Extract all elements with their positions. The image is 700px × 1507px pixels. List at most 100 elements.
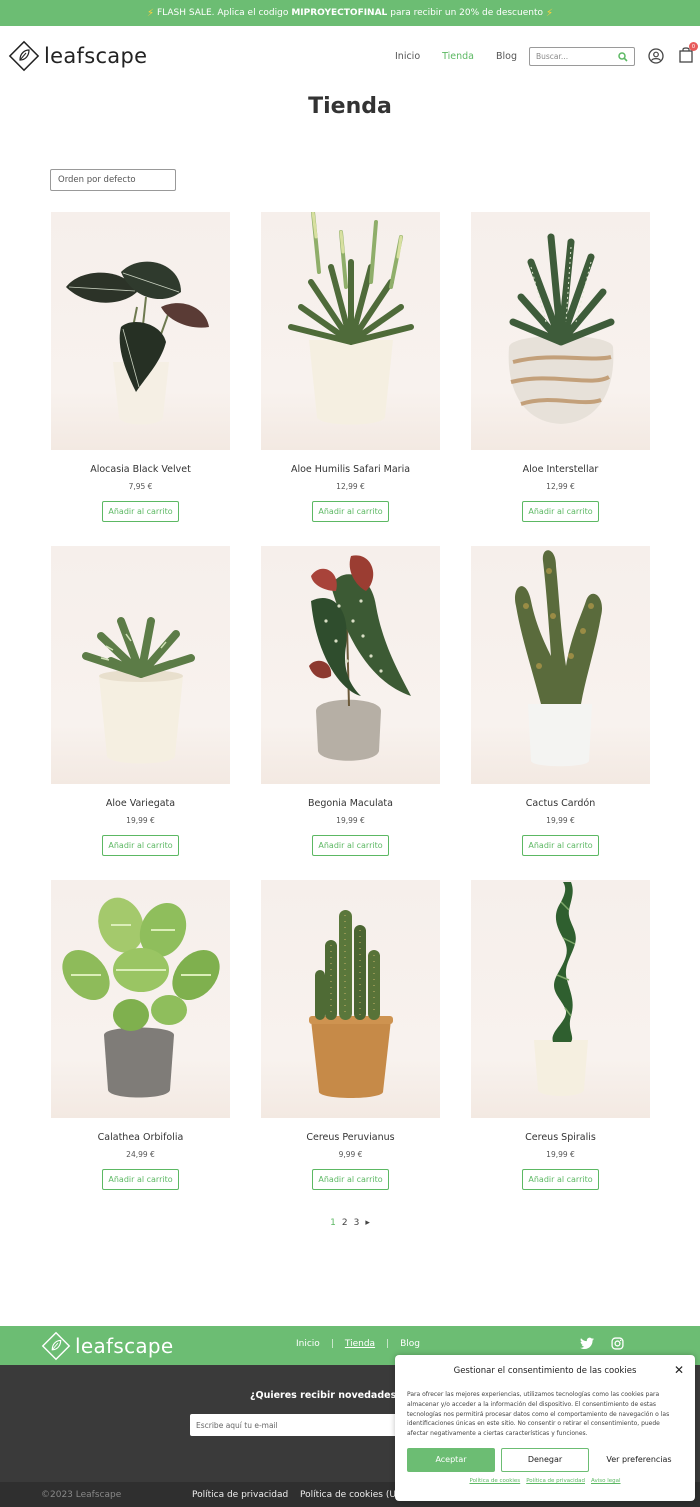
footer-nav-tienda[interactable]: Tienda [345, 1339, 375, 1349]
product-price: 12,99 € [336, 482, 365, 491]
product-price: 19,99 € [126, 816, 155, 825]
flash-sale-banner: ⚡ FLASH SALE. Aplica el codigo MIPROYECT… [0, 0, 700, 26]
product-name[interactable]: Alocasia Black Velvet [51, 464, 230, 475]
footer-logo-text: leafscape [75, 1334, 174, 1358]
page-title: Tienda [308, 94, 392, 119]
product-grid: Alocasia Black Velvet 7,95 € Añadir al c… [51, 212, 650, 1214]
close-icon[interactable]: ✕ [674, 1363, 684, 1377]
flash-prefix: FLASH SALE. Aplica el codigo [157, 8, 289, 18]
add-to-cart-button[interactable]: Añadir al carrito [312, 1169, 389, 1190]
footer-nav-inicio[interactable]: Inicio [296, 1339, 320, 1349]
nav-separator: | [330, 1339, 334, 1349]
footer-nav: Inicio | Tienda | Blog [296, 1339, 420, 1349]
add-to-cart-button[interactable]: Añadir al carrito [102, 501, 179, 522]
user-account-icon[interactable] [648, 48, 664, 64]
privacy-policy-link[interactable]: Política de privacidad [192, 1490, 288, 1500]
product-name[interactable]: Calathea Orbifolia [51, 1132, 230, 1143]
page-link-2[interactable]: 2 [342, 1218, 348, 1228]
add-to-cart-button[interactable]: Añadir al carrito [522, 501, 599, 522]
product-card: Calathea Orbifolia 24,99 € Añadir al car… [51, 880, 230, 1214]
lightning-icon: ⚡ [146, 7, 154, 19]
add-to-cart-button[interactable]: Añadir al carrito [102, 1169, 179, 1190]
cookie-policy-link[interactable]: Política de cookies (UE) [300, 1490, 405, 1500]
product-name[interactable]: Begonia Maculata [261, 798, 440, 809]
deny-cookies-button[interactable]: Denegar [500, 1447, 589, 1472]
product-price: 7,95 € [128, 482, 153, 491]
product-image[interactable] [261, 212, 440, 450]
leaf-logo-icon [41, 1331, 71, 1361]
search-input[interactable]: Buscar... [529, 47, 635, 66]
product-card: Alocasia Black Velvet 7,95 € Añadir al c… [51, 212, 230, 546]
product-image[interactable] [51, 546, 230, 784]
product-price: 19,99 € [336, 816, 365, 825]
leaf-logo-icon [8, 40, 40, 72]
product-image[interactable] [51, 880, 230, 1118]
product-card: Aloe Variegata 19,99 € Añadir al carrito [51, 546, 230, 880]
cookie-actions: Aceptar Denegar Ver preferencias [407, 1447, 683, 1472]
nav-tienda[interactable]: Tienda [442, 51, 474, 62]
lightning-icon: ⚡ [545, 7, 554, 19]
flash-suffix: para recibir un 20% de descuento [390, 8, 543, 18]
product-image[interactable] [471, 212, 650, 450]
newsletter-email-field[interactable]: Escribe aquí tu e-mail [190, 1414, 410, 1436]
product-price: 24,99 € [126, 1150, 155, 1159]
page-link-1[interactable]: 1 [330, 1218, 336, 1228]
product-price: 19,99 € [546, 1150, 575, 1159]
nav-blog[interactable]: Blog [496, 51, 517, 62]
product-card: Cactus Cardón 19,99 € Añadir al carrito [471, 546, 650, 880]
copyright: ©2023 Leafscape [41, 1490, 122, 1500]
site-header: leafscape Inicio Tienda Blog Buscar... [0, 26, 700, 86]
add-to-cart-button[interactable]: Añadir al carrito [312, 835, 389, 856]
legal-notice-link[interactable]: Aviso legal [591, 1478, 621, 1484]
site-logo[interactable]: leafscape [8, 40, 147, 72]
logo-text: leafscape [44, 44, 148, 68]
nav-separator: | [386, 1339, 390, 1349]
product-name[interactable]: Aloe Variegata [51, 798, 230, 809]
add-to-cart-button[interactable]: Añadir al carrito [312, 501, 389, 522]
product-image[interactable] [51, 212, 230, 450]
product-image[interactable] [471, 546, 650, 784]
page-link-3[interactable]: 3 [354, 1218, 360, 1228]
product-name[interactable]: Aloe Interstellar [471, 464, 650, 475]
instagram-icon[interactable] [611, 1337, 624, 1350]
cookie-consent-dialog: Gestionar el consentimiento de las cooki… [395, 1355, 695, 1501]
product-name[interactable]: Cereus Spiralis [471, 1132, 650, 1143]
sort-select[interactable]: Orden por defecto [50, 169, 176, 191]
product-price: 9,99 € [338, 1150, 363, 1159]
twitter-icon[interactable] [580, 1337, 594, 1350]
nav-inicio[interactable]: Inicio [395, 51, 420, 62]
social-links [580, 1337, 624, 1350]
cookie-description: Para ofrecer las mejores experiencias, u… [407, 1391, 670, 1438]
cookie-links: Política de cookies Política de privacid… [407, 1478, 683, 1484]
accept-cookies-button[interactable]: Aceptar [407, 1447, 495, 1472]
add-to-cart-button[interactable]: Añadir al carrito [102, 835, 179, 856]
product-image[interactable] [471, 880, 650, 1118]
search-placeholder: Buscar... [536, 52, 569, 61]
search-icon[interactable] [618, 51, 628, 62]
product-card: Aloe Interstellar 12,99 € Añadir al carr… [471, 212, 650, 546]
product-price: 19,99 € [546, 816, 575, 825]
add-to-cart-button[interactable]: Añadir al carrito [522, 1169, 599, 1190]
view-preferences-button[interactable]: Ver preferencias [594, 1447, 683, 1472]
product-name[interactable]: Aloe Humilis Safari Maria [261, 464, 440, 475]
cookie-policy-link[interactable]: Política de cookies [469, 1478, 520, 1484]
product-card: Aloe Humilis Safari Maria 12,99 € Añadir… [261, 212, 440, 546]
product-price: 12,99 € [546, 482, 575, 491]
product-name[interactable]: Cactus Cardón [471, 798, 650, 809]
footer-logo[interactable]: leafscape [41, 1331, 174, 1361]
cookie-dialog-title: Gestionar el consentimiento de las cooki… [453, 1366, 637, 1376]
next-page-icon[interactable]: ▸ [365, 1218, 370, 1228]
product-card: Cereus Spiralis 19,99 € Añadir al carrit… [471, 880, 650, 1214]
product-image[interactable] [261, 546, 440, 784]
promo-code: MIPROYECTOFINAL [291, 8, 388, 18]
main-nav: Inicio Tienda Blog [395, 26, 517, 86]
pagination: 1 2 3 ▸ [0, 1218, 700, 1228]
product-image[interactable] [261, 880, 440, 1118]
privacy-policy-link[interactable]: Política de privacidad [526, 1478, 585, 1484]
product-name[interactable]: Cereus Peruvianus [261, 1132, 440, 1143]
add-to-cart-button[interactable]: Añadir al carrito [522, 835, 599, 856]
cart-count-badge: 0 [689, 42, 698, 51]
product-card: Begonia Maculata 19,99 € Añadir al carri… [261, 546, 440, 880]
footer-nav-blog[interactable]: Blog [400, 1339, 420, 1349]
product-card: Cereus Peruvianus 9,99 € Añadir al carri… [261, 880, 440, 1214]
